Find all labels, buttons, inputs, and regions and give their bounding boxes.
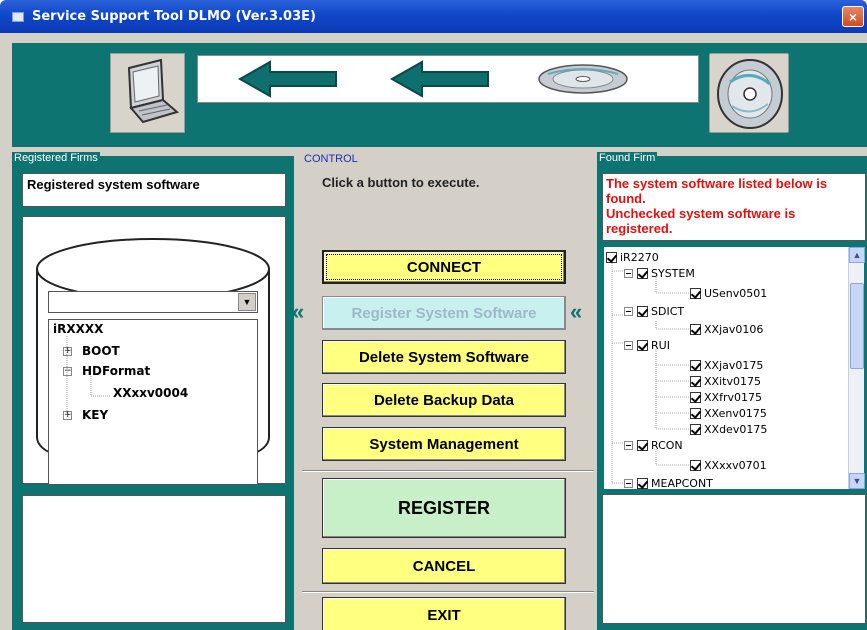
checkbox[interactable] [690,375,701,387]
tree-item-meapcont[interactable]: MEAPCONT [624,476,713,489]
checkbox[interactable] [637,267,648,279]
tree-item-label: USenv0501 [704,286,768,300]
checkbox[interactable] [606,251,617,263]
tree-item-label: XXjav0175 [704,358,764,372]
registered-tree: iRXXXX + BOOT − HDFormat XXxxv0004 + KEY [48,319,258,485]
tree-item-usenv0501[interactable]: USenv0501 [690,286,767,300]
system-management-button[interactable]: System Management [322,427,566,461]
found-message-line: The system software listed below is [606,176,828,191]
tree-item-rui[interactable]: RUI [624,338,670,352]
app-icon [12,11,24,22]
control-title: CONTROL [304,153,358,165]
register-system-software-button[interactable]: Register System Software [322,296,566,330]
close-button[interactable]: × [842,6,864,27]
tree-item-xxxxv0701[interactable]: XXxxv0701 [690,458,767,472]
window-title: Service Support Tool DLMO (Ver.3.03E) [32,9,316,24]
checkbox[interactable] [637,439,648,451]
delete-backup-data-button[interactable]: Delete Backup Data [322,383,566,417]
collapse-icon[interactable] [624,340,633,350]
collapse-icon[interactable] [624,478,633,488]
checkbox[interactable] [637,477,648,489]
found-message-line: Unchecked system software is [606,206,796,221]
tree-item-label: XXenv0175 [704,406,767,420]
tree-item-label: MEAPCONT [651,476,713,490]
chevron-left-icon: « [292,299,305,324]
tree-item-sdict[interactable]: SDICT [624,304,684,318]
registered-info-box [22,495,286,623]
separator [302,591,594,593]
tree-item-xxjav0175[interactable]: XXjav0175 [690,358,763,372]
collapse-icon[interactable] [624,268,633,278]
checkbox[interactable] [690,391,701,403]
tree-item-xxdev0175[interactable]: XXdev0175 [690,422,767,436]
exit-button[interactable]: EXIT [322,597,566,630]
tree-item-label: SYSTEM [651,266,695,280]
registered-header-box: Registered system software [22,173,286,207]
tree-item-label: XXxxv0701 [704,458,767,472]
found-firm-title: Found Firm [597,152,658,164]
tree-item-xxfrv0175[interactable]: XXfrv0175 [690,390,762,404]
tree-item-label: iR2270 [620,250,659,264]
firmware-dropdown[interactable]: ▼ [48,291,258,313]
checkbox[interactable] [690,287,701,299]
tree-item-xxjav0106[interactable]: XXjav0106 [690,322,763,336]
tree-item-rcon[interactable]: RCON [624,438,683,452]
checkbox[interactable] [690,423,701,435]
tree-item-label: XXjav0106 [704,322,764,336]
tree-item-xxitv0175[interactable]: XXitv0175 [690,374,761,388]
found-message-line: registered. [606,221,673,236]
found-firm-tree[interactable]: iR2270 SYSTEM USenv0501 SDICT XXjav0106 … [604,247,848,489]
checkbox[interactable] [637,339,648,351]
checkbox[interactable] [637,305,648,317]
scroll-thumb[interactable] [850,283,864,369]
scroll-up-icon[interactable]: ▲ [849,247,865,263]
disc-icon [709,53,789,133]
scroll-down-icon[interactable]: ▼ [849,473,865,489]
tree-item-label: XXdev0175 [704,422,768,436]
tree-item-ir2270[interactable]: iR2270 [606,250,659,264]
tree-item-xxenv0175[interactable]: XXenv0175 [690,406,767,420]
register-button[interactable]: REGISTER [322,478,566,538]
delete-system-software-button[interactable]: Delete System Software [322,340,566,374]
tree-item-system[interactable]: SYSTEM [624,266,695,280]
chevron-left-icon: « [570,299,583,324]
banner [12,43,867,147]
tree-item-label: XXfrv0175 [704,390,762,404]
transfer-arrows [197,55,699,103]
checkbox[interactable] [690,323,701,335]
tree-item-label: RUI [651,338,670,352]
found-message-line: found. [606,191,646,206]
collapse-icon[interactable] [624,306,633,316]
checkbox[interactable] [690,359,701,371]
cancel-button[interactable]: CANCEL [322,548,566,584]
control-hint: Click a button to execute. [322,175,480,190]
collapse-icon[interactable] [624,440,633,450]
tree-item-label: SDICT [651,304,685,318]
title-bar: Service Support Tool DLMO (Ver.3.03E) × [0,0,867,33]
control-panel: CONTROL Click a button to execute. CONNE… [292,153,594,630]
checkbox[interactable] [690,459,701,471]
connect-button[interactable]: CONNECT [322,250,566,284]
tree-item-label: RCON [651,438,683,452]
tree-item-label: XXitv0175 [704,374,761,388]
laptop-icon [110,53,185,133]
chevron-down-icon[interactable]: ▼ [238,293,256,311]
separator [302,470,594,472]
registered-header-text: Registered system software [27,177,200,192]
found-info-box [602,494,866,624]
found-message-box: The system software listed below is foun… [602,173,866,241]
tree-scrollbar[interactable]: ▲ ▼ [848,247,865,489]
registered-firms-title: Registered Firms [12,152,100,164]
checkbox[interactable] [690,407,701,419]
